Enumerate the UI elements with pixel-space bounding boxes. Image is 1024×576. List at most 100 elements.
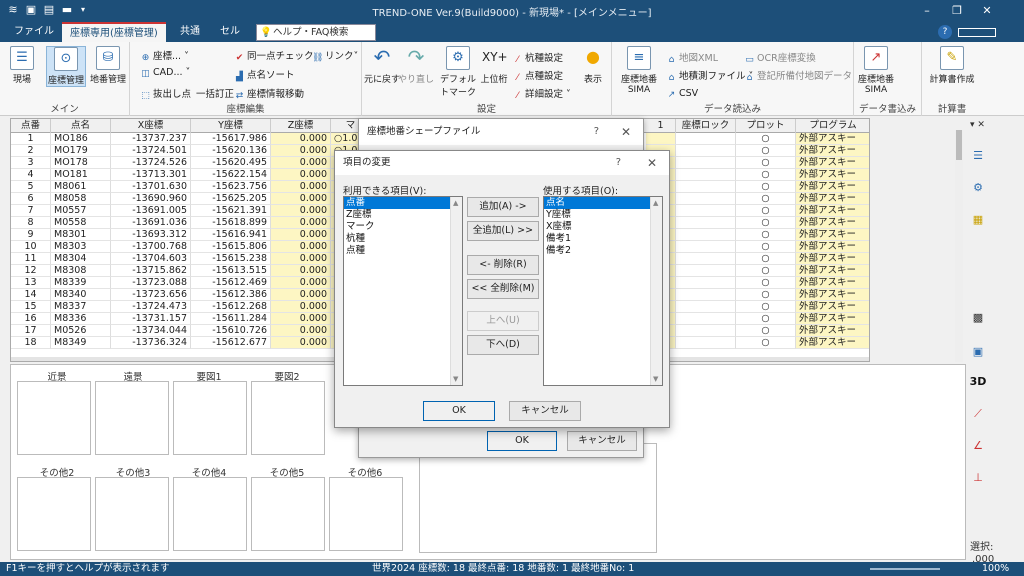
table-cell[interactable]: -15612.677 — [191, 337, 271, 349]
coord-info-move-button[interactable]: ⇄ 座標情報移動 — [234, 86, 304, 102]
program-cell[interactable]: 外部アスキー — [796, 313, 869, 325]
table-cell[interactable]: -13724.473 — [111, 301, 191, 313]
table-cell[interactable]: M8308 — [51, 265, 111, 277]
table-cell[interactable]: 9 — [11, 229, 51, 241]
table-cell[interactable]: M8303 — [51, 241, 111, 253]
table-cell[interactable]: -13715.862 — [111, 265, 191, 277]
lock-cell[interactable] — [676, 145, 736, 157]
upper-digit-button[interactable]: XY+ 上位桁 — [478, 46, 510, 85]
table-cell[interactable]: M8301 — [51, 229, 111, 241]
table-cell[interactable]: 12 — [11, 265, 51, 277]
program-cell[interactable]: 外部アスキー — [796, 301, 869, 313]
table-cell[interactable]: -13724.501 — [111, 145, 191, 157]
thumb-other3[interactable] — [95, 477, 169, 551]
program-cell[interactable]: 外部アスキー — [796, 145, 869, 157]
lock-cell[interactable] — [676, 205, 736, 217]
table-cell[interactable]: -13737.237 — [111, 133, 191, 145]
field-change-help-icon[interactable]: ? — [616, 151, 621, 175]
side-gear-icon[interactable]: ⚙ — [968, 178, 988, 198]
field-change-close-icon[interactable]: ✕ — [647, 151, 657, 175]
point-sort-button[interactable]: ▟ 点名ソート — [234, 67, 294, 83]
add-button[interactable]: 追加(A) -> — [467, 197, 539, 217]
registry-map-button[interactable]: ⌂ 登記所備付地図データ — [744, 68, 852, 84]
table-cell[interactable]: 0.000 — [271, 313, 331, 325]
side-angle-icon[interactable]: ∠ — [968, 436, 988, 456]
table-cell[interactable]: 0.000 — [271, 229, 331, 241]
load-csv-button[interactable]: ↗ CSV — [666, 88, 698, 101]
shapefile-ok-button[interactable]: OK — [487, 431, 557, 451]
available-fields-scrollbar[interactable]: ▲ ▼ — [450, 197, 462, 385]
load-survey-file-button[interactable]: ⌂ 地積測ファイル ˅ — [666, 68, 754, 84]
lock-cell[interactable] — [676, 217, 736, 229]
lock-cell[interactable] — [676, 337, 736, 349]
table-cell[interactable]: 13 — [11, 277, 51, 289]
lock-cell[interactable] — [676, 313, 736, 325]
plot-cell[interactable]: ○ — [736, 289, 796, 301]
col-header-plot[interactable]: プロット — [736, 119, 796, 133]
tab-coordinate[interactable]: 座標専用(座標管理) — [62, 22, 166, 42]
table-cell[interactable]: -13723.088 — [111, 277, 191, 289]
same-point-check-button[interactable]: ✔ 同一点チェック — [234, 48, 314, 64]
shapefile-cancel-button[interactable]: キャンセル — [567, 431, 637, 451]
table-cell[interactable]: 4 — [11, 169, 51, 181]
table-cell[interactable]: -15623.756 — [191, 181, 271, 193]
close-button[interactable]: ✕ — [972, 0, 1002, 22]
table-cell[interactable]: 0.000 — [271, 241, 331, 253]
list-item[interactable]: 備考2 — [544, 245, 662, 257]
remove-all-button[interactable]: << 全削除(M) — [467, 279, 539, 299]
plot-cell[interactable]: ○ — [736, 169, 796, 181]
thumb-sketch1[interactable] — [173, 381, 247, 455]
field-change-ok-button[interactable]: OK — [423, 401, 495, 421]
list-item[interactable]: 点番 — [344, 197, 462, 209]
lock-cell[interactable] — [676, 265, 736, 277]
lock-cell[interactable] — [676, 301, 736, 313]
minimize-button[interactable]: – — [912, 0, 942, 22]
table-cell[interactable]: -13736.324 — [111, 337, 191, 349]
available-fields-list[interactable]: 点番 Z座標 マーク 杭種 点種 ▲ ▼ — [343, 196, 463, 386]
zoom-slider[interactable] — [870, 568, 940, 570]
used-fields-list[interactable]: 点名 Y座標 X座標 備考1 備考2 ▲ ▼ — [543, 196, 663, 386]
help-icon[interactable]: ? — [938, 25, 952, 39]
table-cell[interactable]: 7 — [11, 205, 51, 217]
list-item[interactable]: マーク — [344, 221, 462, 233]
table-cell[interactable]: M8337 — [51, 301, 111, 313]
lot-manage-button[interactable]: ⛁ 地番管理 — [88, 46, 128, 85]
table-cell[interactable]: MO186 — [51, 133, 111, 145]
table-cell[interactable]: -15625.205 — [191, 193, 271, 205]
table-cell[interactable]: 0.000 — [271, 193, 331, 205]
bulk-correct-button[interactable]: 一括訂正 — [196, 86, 234, 100]
plot-cell[interactable]: ○ — [736, 229, 796, 241]
link-dropdown[interactable]: ⛓ リンク˅ — [312, 48, 358, 64]
lock-cell[interactable] — [676, 157, 736, 169]
col-header-name[interactable]: 点名 — [51, 119, 111, 133]
table-cell[interactable]: 10 — [11, 241, 51, 253]
coord-manage-button[interactable]: ⊙ 座標管理 — [46, 46, 86, 87]
col-header-program[interactable]: プログラム — [796, 119, 869, 133]
table-cell[interactable]: -15622.154 — [191, 169, 271, 181]
redo-button[interactable]: ↷ やり直し — [398, 46, 434, 85]
table-cell[interactable]: -15620.136 — [191, 145, 271, 157]
program-cell[interactable]: 外部アスキー — [796, 133, 869, 145]
table-cell[interactable]: -13724.526 — [111, 157, 191, 169]
used-fields-scrollbar[interactable]: ▲ ▼ — [650, 197, 662, 385]
coord-dropdown[interactable]: ⊕ 座標... ˅ — [140, 48, 189, 64]
plot-cell[interactable]: ○ — [736, 181, 796, 193]
grid-vscroll-thumb[interactable] — [956, 130, 962, 160]
table-cell[interactable]: 0.000 — [271, 169, 331, 181]
lock-cell[interactable] — [676, 325, 736, 337]
cad-dropdown[interactable]: ◫ CAD... ˅ — [140, 67, 190, 80]
tab-file[interactable]: ファイル — [6, 22, 62, 42]
table-cell[interactable]: 0.000 — [271, 205, 331, 217]
site-button[interactable]: ☰ 現場 — [8, 46, 36, 85]
load-map-xml-button[interactable]: ⌂ 地図XML — [666, 50, 718, 66]
table-cell[interactable]: -15620.495 — [191, 157, 271, 169]
table-cell[interactable]: 0.000 — [271, 277, 331, 289]
thumb-preview[interactable] — [419, 443, 657, 553]
table-cell[interactable]: -15612.268 — [191, 301, 271, 313]
table-cell[interactable]: M8058 — [51, 193, 111, 205]
table-cell[interactable]: -15615.806 — [191, 241, 271, 253]
side-list-icon[interactable]: ☰ — [968, 146, 988, 166]
lock-cell[interactable] — [676, 169, 736, 181]
help-box[interactable] — [958, 28, 996, 37]
table-cell[interactable]: -15612.386 — [191, 289, 271, 301]
